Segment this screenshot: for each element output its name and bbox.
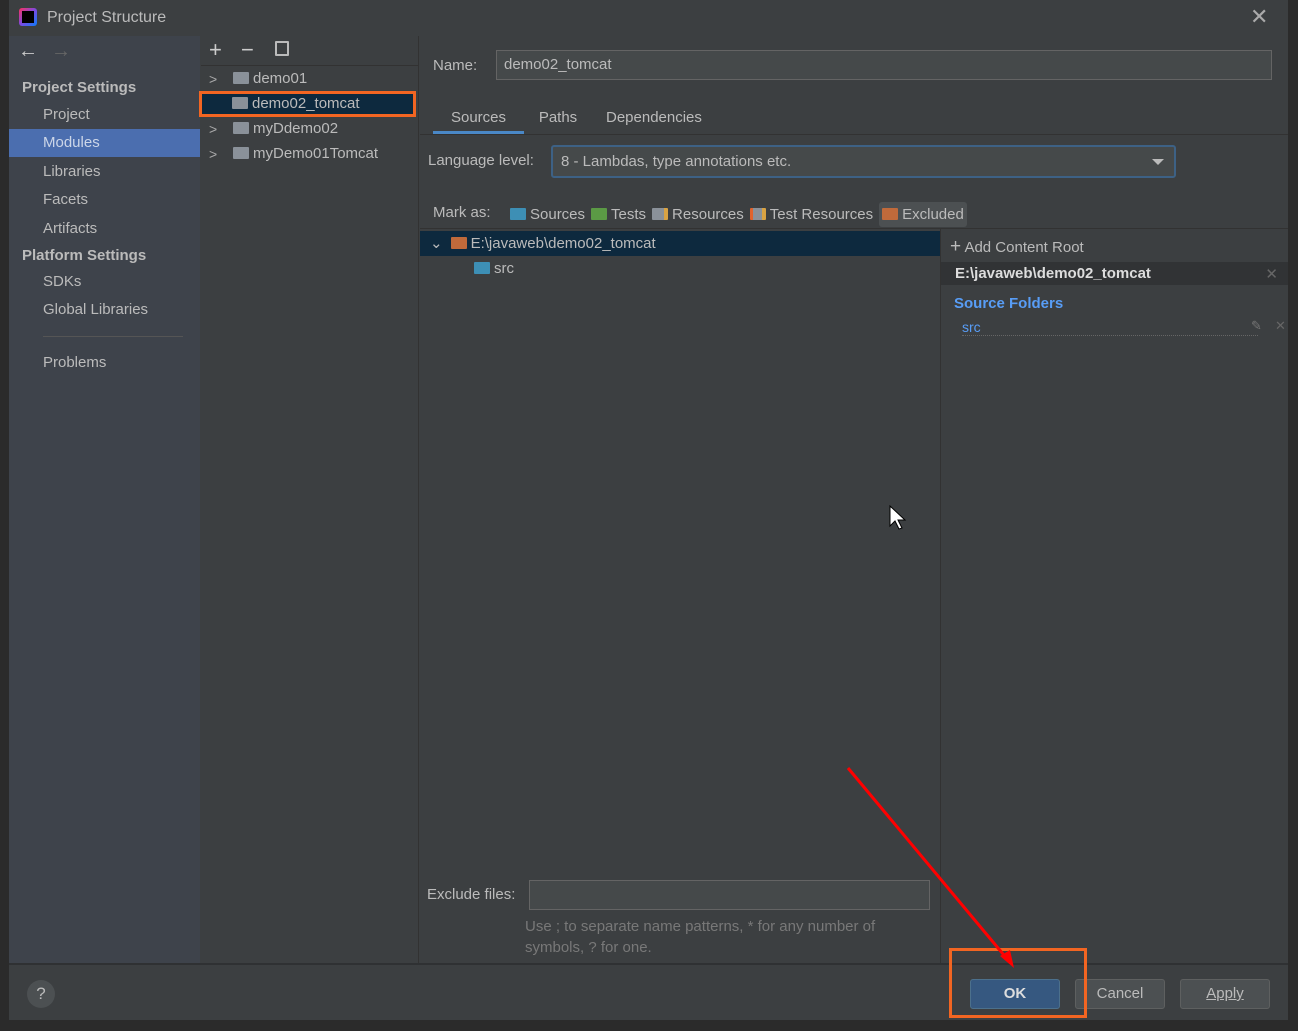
mouse-cursor-icon xyxy=(889,504,907,530)
annotation-arrow xyxy=(846,504,1014,968)
arrow-line xyxy=(846,767,1010,961)
